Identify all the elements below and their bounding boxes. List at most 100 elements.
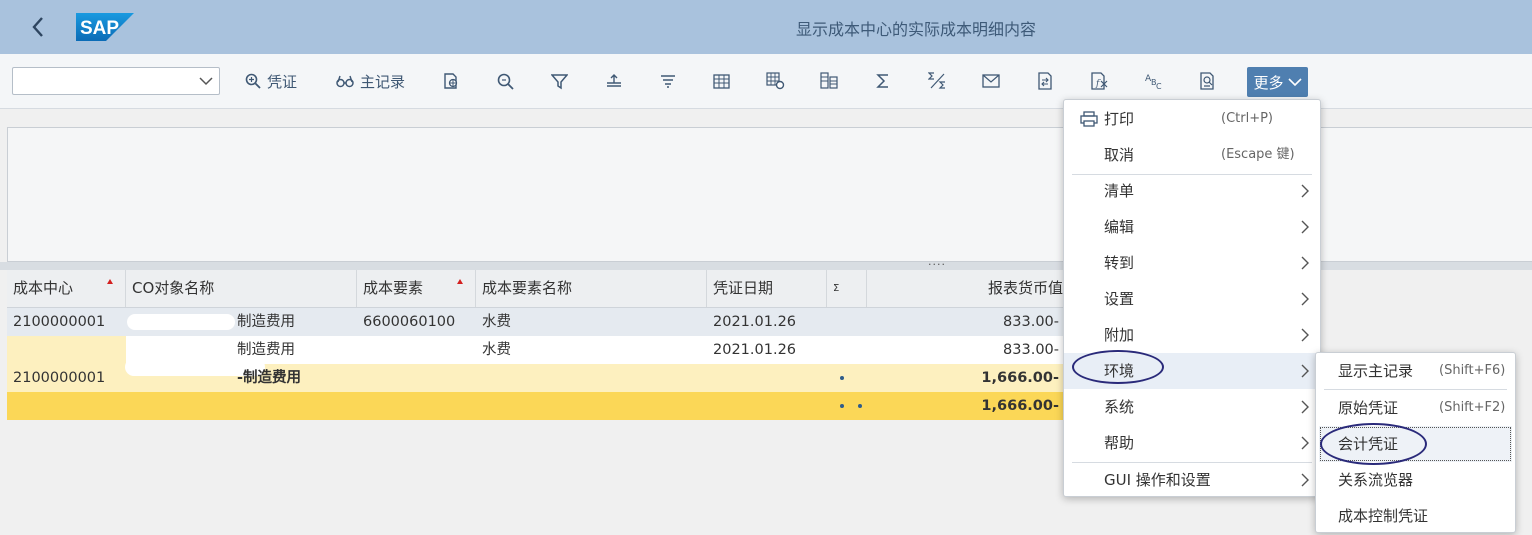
document-globe-icon: [444, 73, 458, 89]
printer-icon: [1080, 111, 1098, 127]
menu-item-help[interactable]: 帮助: [1064, 425, 1320, 461]
cell-element-name: 水费: [482, 342, 511, 358]
print-preview-button[interactable]: [1199, 67, 1217, 95]
layout-variant-select[interactable]: [12, 67, 220, 95]
col-sum-indicator[interactable]: Σ: [827, 270, 867, 307]
master-record-label: 主记录: [360, 72, 406, 91]
chevron-right-icon: [1301, 400, 1309, 414]
export-button[interactable]: [1036, 67, 1054, 95]
master-record-button[interactable]: 主记录: [336, 67, 405, 95]
glasses-icon: [336, 75, 354, 88]
cell-co-object: 制造费用: [237, 314, 295, 330]
svg-text:f: f: [1095, 79, 1101, 89]
svg-text:C: C: [1156, 82, 1162, 90]
col-cost-element-name[interactable]: 成本要素名称: [476, 270, 707, 307]
sort-ascending-icon: [607, 74, 621, 87]
submenu-item-accounting-document[interactable]: 会计凭证: [1319, 426, 1512, 462]
col-document-date[interactable]: 凭证日期: [707, 270, 827, 307]
submenu-item-original-document[interactable]: 原始凭证 (Shift+F2): [1316, 390, 1515, 426]
chevron-right-icon: [1301, 473, 1309, 487]
shell-header: SAP 显示成本中心的实际成本明细内容: [0, 0, 1532, 54]
chevron-right-icon: [1301, 292, 1309, 306]
cell-date: 2021.01.26: [713, 342, 797, 358]
more-label: 更多: [1253, 73, 1284, 92]
col-report-currency-value[interactable]: 报表货币值: [867, 270, 1075, 307]
chevron-right-icon: [1301, 220, 1309, 234]
submenu-item-controlling-document[interactable]: 成本控制凭证: [1316, 498, 1515, 534]
submenu-item-relationship-browser[interactable]: 关系流览器: [1316, 462, 1515, 498]
display-document-button[interactable]: 凭证: [245, 67, 297, 95]
total-level-icon: [858, 404, 862, 408]
cell-cost-center: 2100000001: [13, 314, 106, 330]
cell-value: 833.00-: [1003, 314, 1059, 330]
chevron-right-icon: [1301, 184, 1309, 198]
chevron-right-icon: [1301, 364, 1309, 378]
more-button[interactable]: 更多: [1247, 67, 1308, 97]
menu-item-print[interactable]: 打印 (Ctrl+P): [1064, 101, 1320, 137]
display-document-label: 凭证: [267, 72, 298, 91]
menu-item-gui-settings[interactable]: GUI 操作和设置: [1064, 462, 1320, 498]
table-settings-icon: [766, 72, 785, 90]
select-layout-button[interactable]: [820, 67, 838, 95]
send-mail-button[interactable]: [982, 67, 1000, 95]
filter-icon: [551, 73, 568, 89]
sort-indicator-icon: [457, 279, 463, 284]
total-row[interactable]: 1,666.00-: [7, 392, 1075, 420]
cell-value: 1,666.00-: [981, 370, 1059, 386]
more-menu: 打印 (Ctrl+P) 取消 (Escape 键) 清单 编辑 转到 设置 附加…: [1063, 99, 1321, 497]
subtotal-button[interactable]: [928, 67, 947, 95]
page-title: 显示成本中心的实际成本明细内容: [795, 20, 1036, 39]
chevron-down-icon: [1287, 78, 1302, 87]
mail-icon: [982, 74, 1000, 88]
redacted-area: [127, 314, 235, 330]
cell-value: 1,666.00-: [981, 398, 1059, 414]
spreadsheet-button[interactable]: f: [1090, 67, 1109, 95]
col-cost-element[interactable]: 成本要素: [357, 270, 476, 307]
sort-indicator-icon: [107, 279, 113, 284]
menu-item-environment[interactable]: 环境: [1064, 353, 1320, 389]
cell-co-object: -制造费用: [237, 370, 302, 386]
menu-item-cancel[interactable]: 取消 (Escape 键): [1064, 137, 1320, 173]
chevron-right-icon: [1301, 436, 1309, 450]
menu-item-list[interactable]: 清单: [1064, 173, 1320, 209]
environment-submenu: 显示主记录 (Shift+F6) 原始凭证 (Shift+F2) 会计凭证 关系…: [1315, 352, 1516, 533]
chevron-down-icon: [199, 77, 213, 86]
submenu-item-display-master[interactable]: 显示主记录 (Shift+F6): [1316, 353, 1515, 389]
total-level-icon: [840, 404, 844, 408]
results-grid: 成本中心 CO对象名称 成本要素 成本要素名称 凭证日期 Σ 报表货币值 210…: [7, 270, 1075, 420]
menu-item-edit[interactable]: 编辑: [1064, 209, 1320, 245]
spell-check-button[interactable]: ABC: [1144, 67, 1164, 95]
details-button[interactable]: [442, 67, 460, 95]
col-cost-center[interactable]: 成本中心: [7, 270, 126, 307]
chevron-right-icon: [1301, 256, 1309, 270]
col-co-object-name[interactable]: CO对象名称: [126, 270, 357, 307]
cell-element-name: 水费: [482, 314, 511, 330]
menu-item-goto[interactable]: 转到: [1064, 245, 1320, 281]
document-arrows-icon: [1038, 72, 1052, 90]
cell-cost-element: 6600060100: [363, 314, 456, 330]
sort-descending-icon: [661, 75, 675, 88]
document-formula-icon: f: [1091, 72, 1108, 90]
menu-item-system[interactable]: 系统: [1064, 389, 1320, 425]
filter-button[interactable]: [551, 67, 568, 95]
layout-grid-button[interactable]: [713, 67, 730, 95]
change-layout-button[interactable]: [766, 67, 785, 95]
menu-item-extras[interactable]: 附加: [1064, 317, 1320, 353]
table-row[interactable]: 2100000001 制造费用 6600060100 水费 2021.01.26…: [7, 308, 1075, 336]
abc-icon: ABC: [1145, 74, 1162, 90]
search-icon: [497, 73, 514, 90]
find-button[interactable]: [497, 67, 514, 95]
cell-cost-center: [7, 336, 126, 364]
subtotal-row[interactable]: 2100000001 -制造费用 1,666.00-: [7, 358, 1075, 392]
chevron-right-icon: [1301, 328, 1309, 342]
subtotal-icon: [928, 72, 945, 89]
sigma-icon: [876, 74, 888, 88]
cell-value: 833.00-: [1003, 342, 1059, 358]
cell-cost-center: 2100000001: [13, 370, 106, 386]
document-search-icon: [1200, 72, 1214, 90]
total-button[interactable]: [876, 67, 890, 95]
sort-ascending-button[interactable]: [605, 67, 623, 95]
columns-icon: [820, 72, 838, 89]
sort-descending-button[interactable]: [659, 67, 677, 95]
menu-item-settings[interactable]: 设置: [1064, 281, 1320, 317]
